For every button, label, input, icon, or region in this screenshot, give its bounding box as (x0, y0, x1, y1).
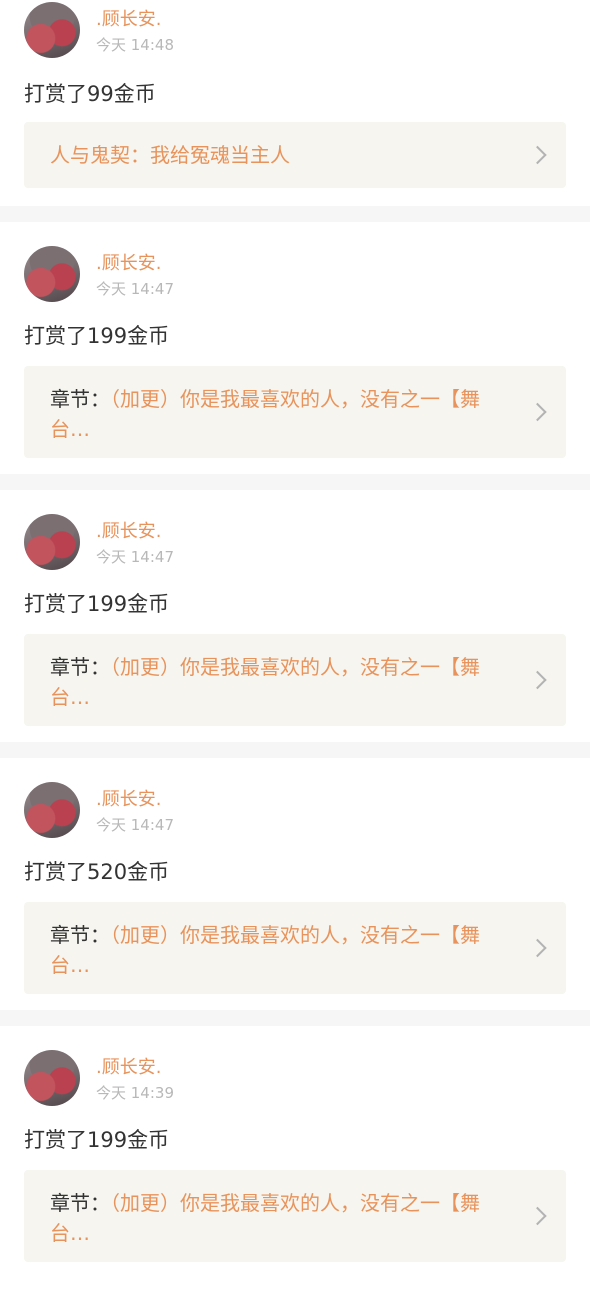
user-name[interactable]: .顾长安. (96, 5, 161, 31)
timestamp: 今天 14:47 (96, 280, 174, 298)
feed-item-header: .顾长安. 今天 14:48 (24, 2, 424, 60)
book-link[interactable]: 人与鬼契：我给冤魂当主人 (24, 122, 566, 188)
avatar[interactable] (24, 514, 80, 570)
feed-item-header: .顾长安. 今天 14:47 (24, 246, 424, 304)
chapter-name: （加更）你是我最喜欢的人，没有之一【舞台… (50, 387, 480, 441)
chapter-label: 章节： (50, 923, 110, 947)
reward-text: 打赏了520金币 (24, 860, 170, 884)
feed-item: .顾长安. 今天 14:47 打赏了199金币 章节：（加更）你是我最喜欢的人，… (0, 490, 590, 758)
avatar[interactable] (24, 2, 80, 58)
user-name[interactable]: .顾长安. (96, 785, 161, 811)
feed-item: .顾长安. 今天 14:47 打赏了520金币 章节：（加更）你是我最喜欢的人，… (0, 758, 590, 1026)
chapter-title: 章节：（加更）你是我最喜欢的人，没有之一【舞台… (50, 384, 510, 444)
chapter-label: 章节： (50, 1191, 110, 1215)
reward-feed: .顾长安. 今天 14:48 打赏了99金币 人与鬼契：我给冤魂当主人 .顾长安… (0, 0, 590, 1290)
feed-item: .顾长安. 今天 14:48 打赏了99金币 人与鬼契：我给冤魂当主人 (0, 0, 590, 222)
chapter-link[interactable]: 章节：（加更）你是我最喜欢的人，没有之一【舞台… (24, 366, 566, 458)
feed-item-header: .顾长安. 今天 14:47 (24, 782, 424, 840)
chapter-title: 章节：（加更）你是我最喜欢的人，没有之一【舞台… (50, 1188, 510, 1248)
chevron-right-icon (528, 145, 547, 165)
reward-text: 打赏了199金币 (24, 1128, 170, 1152)
chevron-right-icon (528, 1206, 547, 1226)
timestamp: 今天 14:39 (96, 1084, 174, 1102)
feed-item: .顾长安. 今天 14:39 打赏了199金币 章节：（加更）你是我最喜欢的人，… (0, 1026, 590, 1290)
chapter-name: （加更）你是我最喜欢的人，没有之一【舞台… (50, 655, 480, 709)
chapter-link[interactable]: 章节：（加更）你是我最喜欢的人，没有之一【舞台… (24, 902, 566, 994)
user-name[interactable]: .顾长安. (96, 1053, 161, 1079)
user-name[interactable]: .顾长安. (96, 249, 161, 275)
chapter-label: 章节： (50, 655, 110, 679)
chapter-title: 章节：（加更）你是我最喜欢的人，没有之一【舞台… (50, 652, 510, 712)
chapter-link[interactable]: 章节：（加更）你是我最喜欢的人，没有之一【舞台… (24, 1170, 566, 1262)
reward-text: 打赏了99金币 (24, 82, 156, 106)
book-title: 人与鬼契：我给冤魂当主人 (50, 143, 290, 167)
chevron-right-icon (528, 402, 547, 422)
avatar[interactable] (24, 246, 80, 302)
chevron-right-icon (528, 938, 547, 958)
chapter-title: 章节：（加更）你是我最喜欢的人，没有之一【舞台… (50, 920, 510, 980)
feed-item-header: .顾长安. 今天 14:47 (24, 514, 424, 572)
chevron-right-icon (528, 670, 547, 690)
feed-item: .顾长安. 今天 14:47 打赏了199金币 章节：（加更）你是我最喜欢的人，… (0, 222, 590, 490)
reward-text: 打赏了199金币 (24, 592, 170, 616)
chapter-label: 章节： (50, 387, 110, 411)
user-name[interactable]: .顾长安. (96, 517, 161, 543)
avatar[interactable] (24, 1050, 80, 1106)
timestamp: 今天 14:47 (96, 548, 174, 566)
reward-text: 打赏了199金币 (24, 324, 170, 348)
timestamp: 今天 14:47 (96, 816, 174, 834)
chapter-name: （加更）你是我最喜欢的人，没有之一【舞台… (50, 923, 480, 977)
chapter-name: （加更）你是我最喜欢的人，没有之一【舞台… (50, 1191, 480, 1245)
feed-item-header: .顾长安. 今天 14:39 (24, 1050, 424, 1108)
avatar[interactable] (24, 782, 80, 838)
chapter-link[interactable]: 章节：（加更）你是我最喜欢的人，没有之一【舞台… (24, 634, 566, 726)
timestamp: 今天 14:48 (96, 36, 174, 54)
